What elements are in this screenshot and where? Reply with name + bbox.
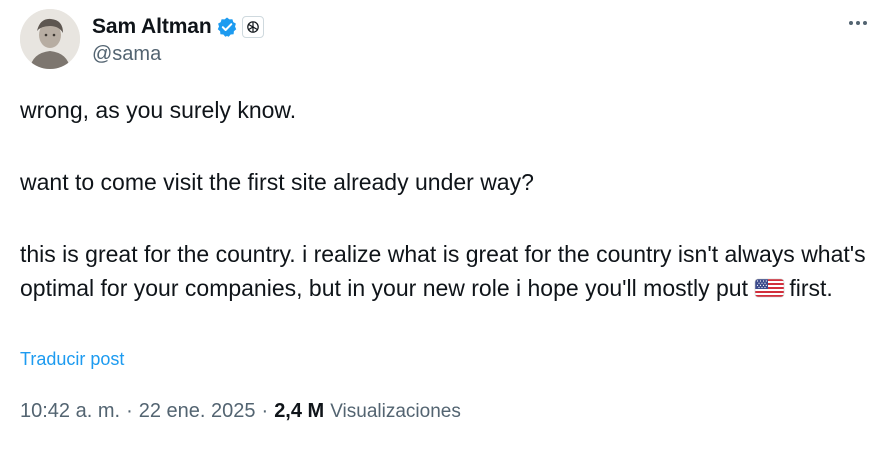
post-header: Sam Altman @sama — [20, 8, 264, 70]
post-paragraph: want to come visit the first site alread… — [20, 169, 534, 195]
post-paragraph: wrong, as you surely know. — [20, 97, 297, 123]
separator: · — [126, 400, 133, 422]
author-display-name[interactable]: Sam Altman — [92, 15, 212, 39]
avatar[interactable] — [20, 9, 80, 69]
views-label: Visualizaciones — [330, 401, 461, 422]
translate-post-link[interactable]: Traducir post — [20, 349, 124, 370]
post-card: Sam Altman @sama wrong, as you surely kn… — [0, 0, 895, 451]
affiliate-logo-icon[interactable] — [241, 15, 264, 38]
post-text: wrong, as you surely know. want to come … — [20, 93, 880, 305]
post-paragraph-text: this is great for the country. i realize… — [20, 241, 866, 301]
views-count: 2,4 M — [274, 400, 325, 422]
author-identity: Sam Altman @sama — [92, 13, 264, 66]
post-paragraph-with-flag: this is great for the country. i realize… — [20, 237, 880, 305]
name-row: Sam Altman — [92, 13, 264, 41]
more-dots-icon — [849, 21, 867, 25]
post-date[interactable]: 22 ene. 2025 — [139, 400, 256, 423]
post-time[interactable]: 10:42 a. m. — [20, 400, 120, 423]
author-handle[interactable]: @sama — [92, 43, 264, 66]
post-metadata: 10:42 a. m. · 22 ene. 2025 · 2,4 M Visua… — [20, 400, 461, 423]
separator: · — [261, 400, 269, 422]
more-options-button[interactable] — [847, 12, 869, 34]
verified-badge-icon[interactable] — [216, 16, 238, 38]
us-flag-icon — [754, 275, 785, 299]
post-paragraph-tail: first. — [789, 275, 833, 301]
